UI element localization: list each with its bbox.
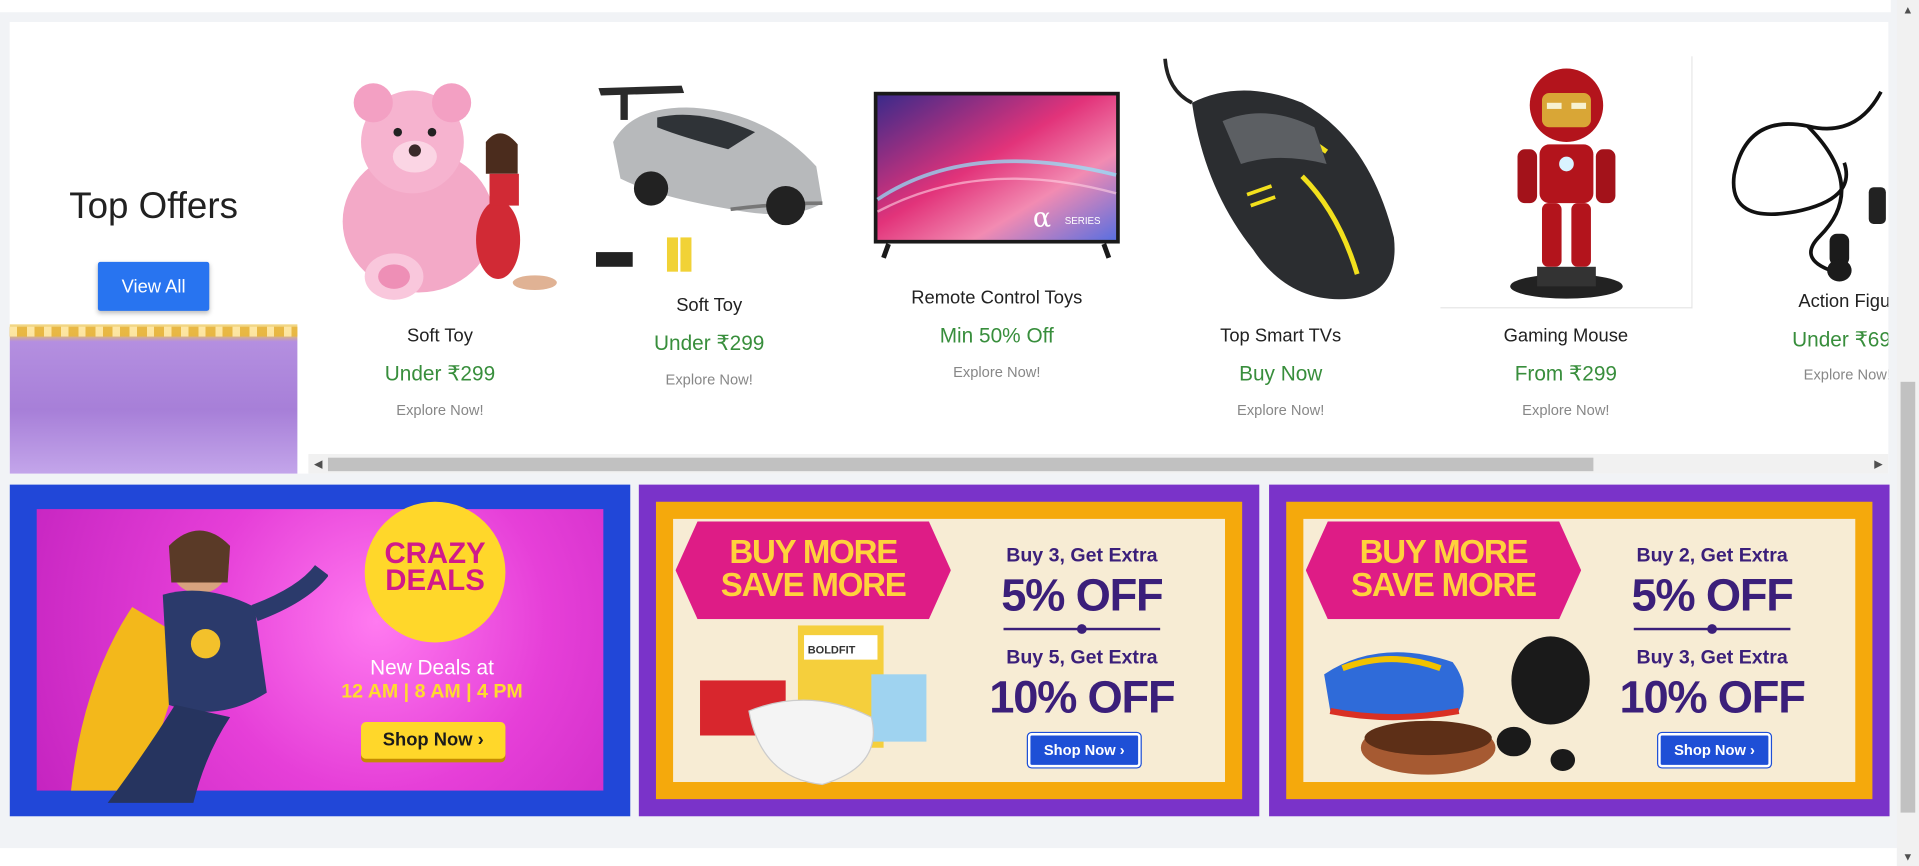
product-name: Remote Control Toys [911, 287, 1083, 309]
explore-link[interactable]: Explore Now! [315, 401, 566, 418]
product-name: Gaming Mouse [1503, 325, 1629, 347]
explore-link[interactable]: Explore Now! [584, 371, 835, 388]
deal1-amount: 5% OFF [1001, 570, 1163, 621]
section-title: Top Offers [69, 186, 238, 227]
bottom-band [0, 848, 1897, 866]
top-band [0, 0, 1891, 13]
scrollbar-thumb[interactable] [1900, 381, 1916, 813]
deal1-text: Buy 3, Get Extra [1006, 545, 1158, 567]
divider-dot [1076, 624, 1087, 634]
offers-carousel[interactable]: Soft Toy Under ₹299 Explore Now! Soft To… [308, 22, 1889, 474]
shop-now-label: Shop Now [1674, 741, 1746, 759]
divider-dot [1707, 624, 1717, 634]
string-lights-decoration [9, 326, 298, 337]
top-offers-header: Top Offers View All [9, 22, 298, 474]
explore-link[interactable]: Explore Now! [1722, 366, 1889, 383]
product-price: Under ₹699 [1792, 327, 1888, 352]
vertical-scrollbar[interactable]: ▲ ▼ [1896, 0, 1919, 866]
deal2-amount: 10% OFF [989, 671, 1175, 723]
shop-now-label: Shop Now [382, 729, 473, 751]
superhero-woman-image [70, 530, 328, 803]
lapel-microphone-image [1721, 89, 1889, 286]
horizontal-scrollbar[interactable]: ◀ ▶ [308, 454, 1889, 474]
product-name: Action Figur [1798, 291, 1889, 313]
scroll-up-arrow-icon[interactable]: ▲ [1901, 2, 1916, 17]
action-figure-image [1440, 56, 1693, 309]
explore-link[interactable]: Explore Now! [871, 363, 1122, 380]
product-price: From ₹299 [1514, 362, 1617, 386]
face-mask-products-image: BOLDFIT [700, 625, 927, 786]
deal1-amount: 5% OFF [1631, 570, 1793, 621]
shop-now-button[interactable]: Shop Now › [1027, 733, 1141, 768]
explore-link[interactable]: Explore Now! [1440, 401, 1691, 418]
new-deals-text: New Deals at [370, 655, 494, 680]
buy-more-save-more-banner-2[interactable]: BUY MORE SAVE MORE Buy 2, Get Extra 5% O… [1269, 484, 1890, 817]
shop-now-button[interactable]: Shop Now › [1658, 733, 1771, 768]
deal1-text: Buy 2, Get Extra [1636, 545, 1788, 567]
shoes-cookware-earbuds-image [1324, 636, 1590, 775]
explore-link[interactable]: Explore Now! [1155, 401, 1406, 418]
tv-series-label: SERIES [1065, 216, 1101, 227]
product-name: Soft Toy [676, 294, 743, 316]
crazy-deals-banner[interactable]: CRAZY DEALS New Deals at 12 AM | 8 AM | … [9, 484, 631, 817]
view-all-button[interactable]: View All [97, 261, 210, 311]
product-name: Soft Toy [406, 325, 473, 347]
buy-more-text: BUY MORE SAVE MORE [1351, 533, 1537, 604]
product-price: Under ₹299 [653, 331, 765, 355]
deal-times-text: 12 AM | 8 AM | 4 PM [341, 681, 523, 703]
tv-brand-glyph: α [1033, 202, 1051, 233]
top-offers-section: Top Offers View All Soft Toy Under ₹299 … [9, 22, 1889, 474]
deal2-amount: 10% OFF [1619, 671, 1805, 723]
product-price: Min 50% Off [939, 324, 1054, 348]
decorative-banner [9, 324, 298, 474]
deal2-text: Buy 3, Get Extra [1636, 647, 1788, 669]
shop-now-button[interactable]: Shop Now › [361, 722, 506, 759]
product-price: Under ₹299 [384, 362, 496, 386]
scroll-right-arrow-icon[interactable]: ▶ [1871, 456, 1886, 471]
deal2-text: Buy 5, Get Extra [1006, 647, 1158, 669]
scrollbar-thumb[interactable] [327, 457, 1594, 472]
smart-tv-image: α SERIES [871, 89, 1122, 266]
pink-teddy-bear-image [314, 56, 566, 308]
svg-text:BOLDFIT: BOLDFIT [808, 645, 856, 657]
rc-car-image [583, 56, 835, 307]
buy-more-save-more-banner-1[interactable]: BUY MORE SAVE MORE BOLDFIT Buy 3, Get Ex… [638, 484, 1260, 817]
product-name: Top Smart TVs [1220, 325, 1342, 347]
shop-now-label: Shop Now [1043, 741, 1116, 759]
gaming-mouse-image [1155, 53, 1407, 305]
scroll-left-arrow-icon[interactable]: ◀ [311, 456, 326, 471]
product-price: Buy Now [1239, 362, 1323, 386]
crazy-deals-title: CRAZY DEALS [384, 537, 486, 598]
scroll-down-arrow-icon[interactable]: ▼ [1901, 849, 1916, 864]
buy-more-text: BUY MORE SAVE MORE [720, 533, 907, 604]
